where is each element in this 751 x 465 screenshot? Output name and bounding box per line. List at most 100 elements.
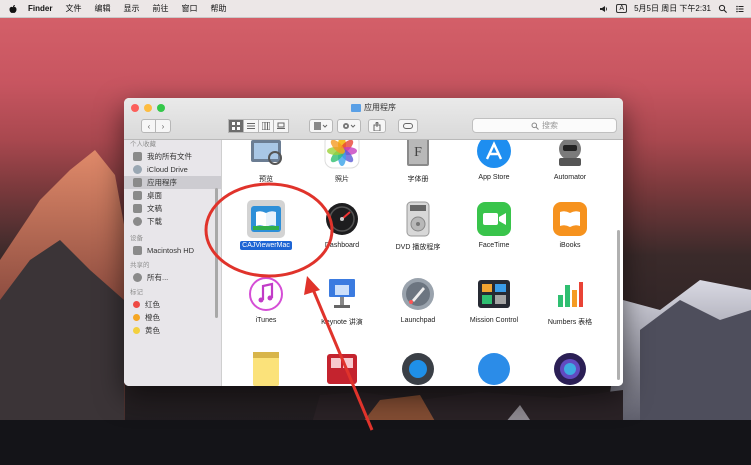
facetime-icon bbox=[475, 200, 513, 238]
photos-icon bbox=[323, 140, 361, 170]
sidebar-item-icloud-drive[interactable]: iCloud Drive bbox=[124, 163, 221, 176]
app-item-notes[interactable] bbox=[228, 350, 304, 386]
apple-menu-icon[interactable] bbox=[8, 4, 18, 14]
numbers-icon bbox=[551, 275, 589, 313]
app-item-quicktime[interactable] bbox=[380, 350, 456, 386]
app-item-launchpad[interactable]: Launchpad bbox=[380, 275, 456, 325]
sidebar-item-label: 我的所有文件 bbox=[147, 152, 192, 161]
app-item-app-store[interactable]: App Store bbox=[456, 140, 532, 182]
spotlight-icon[interactable] bbox=[718, 4, 728, 14]
menu-finder[interactable]: Finder bbox=[28, 4, 52, 13]
app-item-photos[interactable]: 照片 bbox=[304, 140, 380, 185]
app-item-dvd-player[interactable]: DVD 播放程序 bbox=[380, 200, 456, 253]
ibooks-icon bbox=[551, 200, 589, 238]
action-button[interactable] bbox=[337, 119, 361, 133]
window-title: 应用程序 bbox=[124, 102, 623, 113]
tag-orange-dot bbox=[133, 314, 140, 321]
arrange-icon bbox=[314, 122, 328, 130]
list-view-button[interactable] bbox=[243, 119, 259, 133]
sidebar-item-label: 红色 bbox=[145, 300, 160, 309]
app-item-cajviewermac[interactable]: CAJViewerMac bbox=[228, 200, 304, 250]
menubar-clock[interactable]: 5月5日 周日 下午2:31 bbox=[634, 3, 711, 14]
menu-help[interactable]: 帮助 bbox=[210, 3, 226, 14]
folder-icon bbox=[351, 103, 361, 112]
sidebar-header-devices: 设备 bbox=[130, 235, 143, 242]
downloads-icon bbox=[133, 217, 142, 226]
column-view-icon bbox=[262, 122, 270, 130]
keynote-icon bbox=[323, 275, 361, 313]
volume-icon[interactable] bbox=[599, 4, 609, 14]
app-item-itunes[interactable]: iTunes bbox=[228, 275, 304, 325]
documents-icon bbox=[133, 204, 142, 213]
sidebar: 个人收藏 我的所有文件 iCloud Drive 应用程序 桌面 文稿 下载 设… bbox=[124, 140, 222, 386]
icon-view-button[interactable] bbox=[228, 119, 244, 133]
app-item-preview[interactable]: 预览 bbox=[228, 140, 304, 185]
automator-icon bbox=[551, 140, 589, 170]
share-button[interactable] bbox=[368, 119, 386, 133]
siri-icon bbox=[551, 350, 589, 386]
app-label: 照片 bbox=[335, 176, 349, 183]
app-item-photo-booth[interactable] bbox=[304, 350, 380, 386]
sidebar-item-all-files[interactable]: 我的所有文件 bbox=[124, 150, 221, 163]
sidebar-item-downloads[interactable]: 下载 bbox=[124, 215, 221, 228]
sidebar-item-label: 文稿 bbox=[147, 204, 162, 213]
dvd-player-icon bbox=[399, 200, 437, 238]
sidebar-item-tag-yellow[interactable]: 黄色 bbox=[124, 324, 221, 337]
app-item-numbers[interactable]: Numbers 表格 bbox=[532, 275, 608, 328]
menu-go[interactable]: 前往 bbox=[152, 3, 168, 14]
chevron-right-icon: › bbox=[161, 121, 165, 131]
gear-icon bbox=[343, 123, 356, 129]
cloud-icon bbox=[133, 165, 142, 174]
menu-window[interactable]: 窗口 bbox=[181, 3, 197, 14]
app-item-ibooks[interactable]: iBooks bbox=[532, 200, 608, 250]
network-icon bbox=[133, 273, 142, 282]
menu-file[interactable]: 文件 bbox=[65, 3, 81, 14]
search-field[interactable]: 搜索 bbox=[472, 118, 617, 133]
forward-button[interactable]: › bbox=[155, 119, 171, 133]
content-scrollbar[interactable] bbox=[617, 230, 620, 380]
column-view-button[interactable] bbox=[258, 119, 274, 133]
sidebar-item-label: 橙色 bbox=[145, 313, 160, 322]
file-grid: 预览 照片 F 字体册 App Store Automator CAJViewe… bbox=[222, 140, 623, 386]
sidebar-item-label: Macintosh HD bbox=[147, 246, 195, 255]
arrange-button[interactable] bbox=[309, 119, 333, 133]
sidebar-item-applications[interactable]: 应用程序 bbox=[124, 176, 221, 189]
app-item-dashboard[interactable]: Dashboard bbox=[304, 200, 380, 250]
sidebar-item-label: iCloud Drive bbox=[147, 165, 188, 174]
sidebar-item-tag-red[interactable]: 红色 bbox=[124, 298, 221, 311]
app-store-icon bbox=[475, 140, 513, 170]
notification-center-icon[interactable] bbox=[735, 4, 745, 14]
sidebar-item-macintosh-hd[interactable]: Macintosh HD bbox=[124, 244, 221, 257]
app-item-siri[interactable] bbox=[532, 350, 608, 386]
cover-flow-icon bbox=[277, 122, 285, 129]
sidebar-scrollbar[interactable] bbox=[215, 188, 218, 318]
title-bar: 应用程序 ‹ › 搜索 bbox=[124, 98, 623, 140]
input-source-indicator[interactable]: A bbox=[616, 4, 628, 13]
app-label: 字体册 bbox=[407, 176, 429, 183]
quicktime-icon bbox=[399, 350, 437, 386]
sidebar-item-tag-orange[interactable]: 橙色 bbox=[124, 311, 221, 324]
tag-yellow-dot bbox=[133, 327, 140, 334]
menu-edit[interactable]: 编辑 bbox=[94, 3, 110, 14]
preview-icon bbox=[247, 140, 285, 170]
app-item-safari[interactable] bbox=[456, 350, 532, 386]
app-item-keynote[interactable]: Keynote 讲演 bbox=[304, 275, 380, 328]
cover-flow-button[interactable] bbox=[273, 119, 289, 133]
sidebar-item-label: 下载 bbox=[147, 217, 162, 226]
app-label: CAJViewerMac bbox=[240, 241, 292, 250]
app-label: iTunes bbox=[255, 317, 277, 324]
app-label: Numbers 表格 bbox=[547, 319, 593, 326]
app-item-automator[interactable]: Automator bbox=[532, 140, 608, 182]
icon-view-icon bbox=[232, 122, 240, 130]
app-item-mission-control[interactable]: Mission Control bbox=[456, 275, 532, 325]
sidebar-item-documents[interactable]: 文稿 bbox=[124, 202, 221, 215]
menu-view[interactable]: 显示 bbox=[123, 3, 139, 14]
sidebar-item-desktop[interactable]: 桌面 bbox=[124, 189, 221, 202]
tags-button[interactable] bbox=[398, 119, 418, 133]
view-mode-group bbox=[228, 119, 289, 133]
finder-window: 应用程序 ‹ › 搜索 个人收藏 我的所有文件 iCloud Drive 应用程… bbox=[124, 98, 623, 386]
app-item-font-book[interactable]: F 字体册 bbox=[380, 140, 456, 185]
chevron-left-icon: ‹ bbox=[147, 121, 151, 131]
sidebar-item-shared-all[interactable]: 所有... bbox=[124, 271, 221, 284]
app-item-facetime[interactable]: FaceTime bbox=[456, 200, 532, 250]
